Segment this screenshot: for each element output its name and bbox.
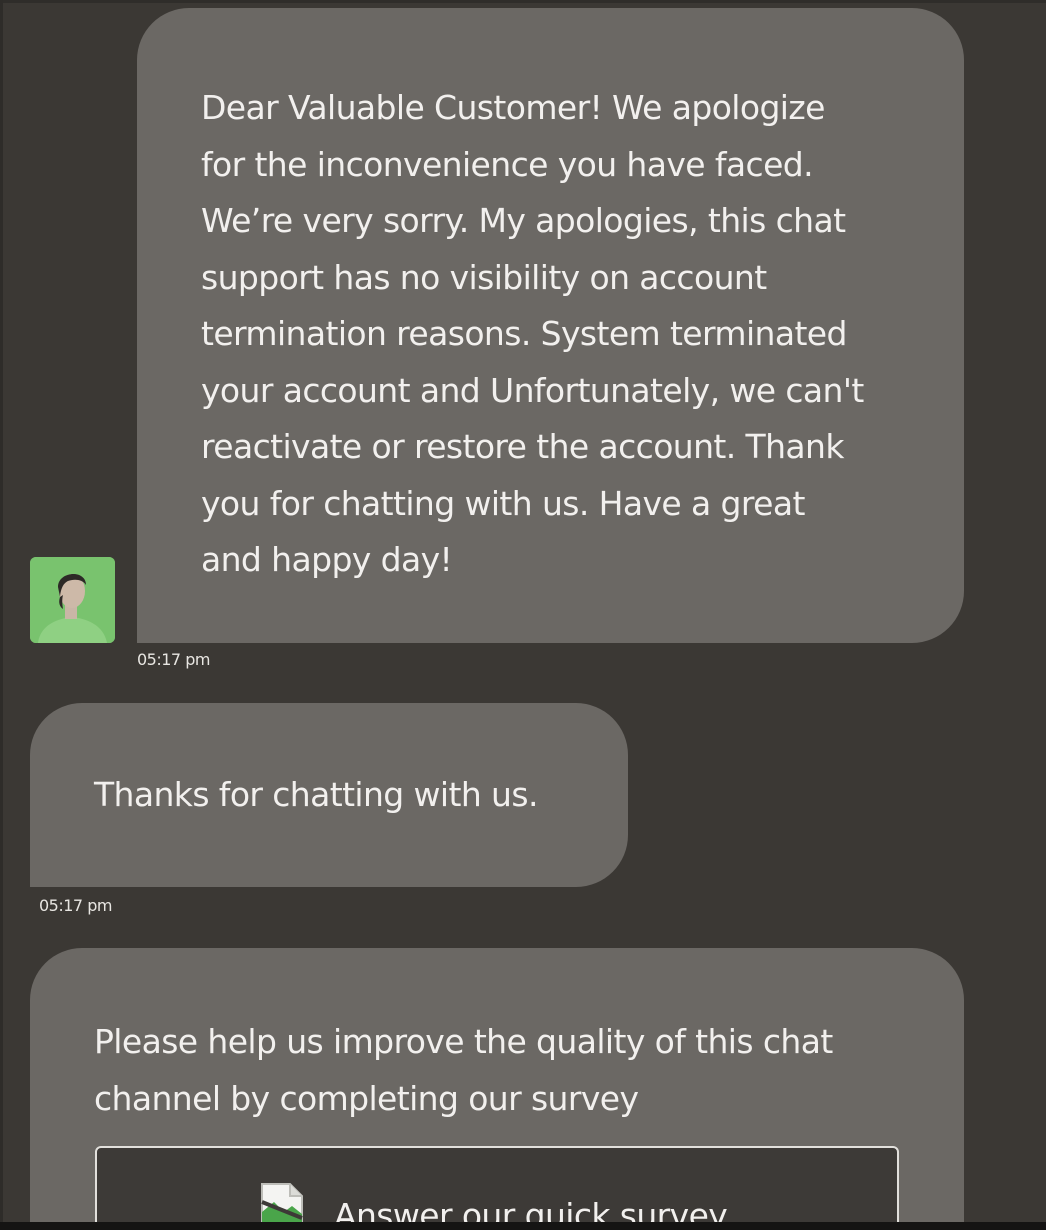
agent-message-text: Dear Valuable Customer! We apologize for… <box>201 88 864 579</box>
message-timestamp: 05:17 pm <box>39 896 112 915</box>
top-edge <box>0 0 1046 3</box>
bottom-bar <box>0 1222 1046 1230</box>
survey-message-text: Please help us improve the quality of th… <box>94 1022 833 1118</box>
agent-avatar <box>30 557 115 643</box>
left-edge <box>0 0 3 1222</box>
message-timestamp: 05:17 pm <box>137 650 210 669</box>
agent-avatar-icon <box>30 557 115 643</box>
agent-message-bubble: Dear Valuable Customer! We apologize for… <box>137 8 964 643</box>
broken-image-icon <box>261 1183 303 1222</box>
survey-button-content[interactable]: Answer our quick survey <box>260 1182 728 1222</box>
agent-message-bubble: Thanks for chatting with us. <box>30 703 628 887</box>
survey-button-label[interactable]: Answer our quick survey <box>334 1196 728 1222</box>
chat-transcript: Dear Valuable Customer! We apologize for… <box>0 0 1046 1222</box>
survey-button[interactable]: Answer our quick survey <box>95 1146 899 1222</box>
agent-message-text: Thanks for chatting with us. <box>94 775 538 814</box>
